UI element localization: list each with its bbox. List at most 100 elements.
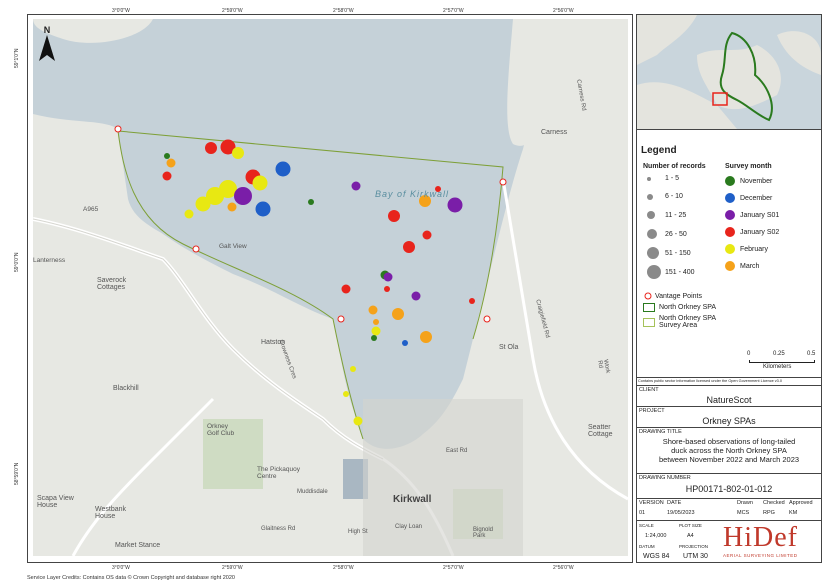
month-label: March xyxy=(740,262,760,270)
observation-point xyxy=(195,196,211,212)
project-row: PROJECT Orkney SPAs xyxy=(637,406,821,427)
bottom-tick-label: 2°57'0"W xyxy=(443,565,464,571)
left-tick-label: 58°59'0"N xyxy=(14,462,20,485)
observation-point xyxy=(205,142,217,154)
month-label: November xyxy=(740,177,773,185)
project-value: Orkney SPAs xyxy=(702,416,756,426)
bottom-tick-label: 2°59'0"W xyxy=(222,565,243,571)
side-panel: Legend Number of records Survey month 1 … xyxy=(636,14,822,563)
size-dot-icon xyxy=(647,265,661,279)
drawing-number-row: DRAWING NUMBER HP00171-802-01-012 xyxy=(637,473,821,498)
records-range-label: 151 - 400 xyxy=(665,268,695,276)
map-canvas[interactable]: N Bay of Kirkwall Kirkwall Saverock Cott… xyxy=(33,19,628,556)
scale-label: SCALE xyxy=(639,523,654,528)
records-legend-item: 1 - 5 xyxy=(647,175,679,182)
north-label: N xyxy=(43,25,51,35)
records-range-label: 6 - 10 xyxy=(665,193,683,200)
licence-row: Contains public sector information licen… xyxy=(637,377,821,385)
observation-point xyxy=(184,209,194,219)
legend-spa: North Orkney SPA xyxy=(643,303,716,312)
observation-point xyxy=(388,210,400,222)
records-legend-item: 6 - 10 xyxy=(647,193,683,200)
month-label: January S01 xyxy=(740,211,780,219)
kirkwall-town xyxy=(363,399,523,556)
logo-text: HiDef xyxy=(723,522,798,553)
observation-point xyxy=(420,331,432,343)
client-row: CLIENT NatureScot xyxy=(637,385,821,406)
records-legend-item: 51 - 150 xyxy=(647,247,691,259)
scale-datum-row: SCALE 1:24,000 PLOT SIZE A4 DATUM WGS 84… xyxy=(637,520,821,564)
month-heading: Survey month xyxy=(725,163,772,170)
legend-survey-area: North Orkney SPA Survey Area xyxy=(643,315,716,329)
lanterness-label: Lanterness xyxy=(33,257,66,264)
checked-value: RPG xyxy=(763,510,775,516)
legend-title: Legend xyxy=(641,145,677,156)
drawing-title-value: Shore-based observations of long-tailed … xyxy=(658,437,800,464)
records-range-label: 11 - 25 xyxy=(665,211,687,219)
observation-point xyxy=(447,197,463,213)
pickaquoy-label: The Pickaquoy Centre xyxy=(257,466,300,480)
checked-label: Checked xyxy=(763,500,785,506)
observation-point xyxy=(308,199,314,205)
drawing-number-label: DRAWING NUMBER xyxy=(639,475,691,481)
records-range-label: 26 - 50 xyxy=(665,230,687,238)
overview-inset-map xyxy=(637,15,821,130)
scale-tick-2: 0.5 xyxy=(807,351,816,357)
claylown-label: Clay Loan xyxy=(395,524,423,530)
bay-label: Bay of Kirkwall xyxy=(375,189,450,199)
left-tick-label: 59°0'0"N xyxy=(14,252,20,272)
projection-label: PROJECTION xyxy=(679,544,709,549)
scale-line xyxy=(749,360,815,363)
observation-point xyxy=(373,319,379,325)
logo-subtext: AERIAL SURVEYING LIMITED xyxy=(723,553,798,558)
observation-point xyxy=(351,181,361,191)
datum-value: WGS 84 xyxy=(643,553,670,560)
month-color-icon xyxy=(725,244,735,254)
bottom-tick-label: 2°56'0"W xyxy=(553,565,574,571)
vantage-point-icon xyxy=(644,292,652,300)
month-legend-item: January S01 xyxy=(725,210,779,220)
records-range-label: 51 - 150 xyxy=(665,249,691,257)
client-label: CLIENT xyxy=(639,387,659,393)
month-color-icon xyxy=(725,261,735,271)
observation-point xyxy=(162,171,172,181)
projection-value: UTM 30 xyxy=(683,553,708,560)
observation-point xyxy=(275,161,291,177)
version-row: VERSION 01 DATE 19/05/2023 Drawn MCS Che… xyxy=(637,498,821,520)
scale-tick-0: 0 xyxy=(747,351,751,357)
month-legend-item: February xyxy=(725,244,768,254)
observation-point xyxy=(411,291,421,301)
client-value: NatureScot xyxy=(706,395,752,405)
drawing-title-label: DRAWING TITLE xyxy=(639,429,682,435)
eastrd-label: East Rd xyxy=(446,448,468,454)
observation-point xyxy=(234,187,252,205)
month-color-icon xyxy=(725,176,735,186)
approved-value: KM xyxy=(789,510,798,516)
month-color-icon xyxy=(725,210,735,220)
month-color-icon xyxy=(725,227,735,237)
plot-label: PLOT SIZE xyxy=(679,523,702,528)
north-arrow: N xyxy=(37,25,57,65)
month-legend-item: November xyxy=(725,176,772,186)
datum-label: DATUM xyxy=(639,544,655,549)
a965-label: A965 xyxy=(83,206,99,213)
survey-area-label: North Orkney SPA Survey Area xyxy=(659,315,717,329)
observation-point xyxy=(384,286,390,292)
observation-point xyxy=(383,272,393,282)
galtview-label: Galt View xyxy=(219,243,247,250)
stola-label: St Ola xyxy=(499,344,519,351)
records-legend-item: 26 - 50 xyxy=(647,229,687,239)
service-credit: Service Layer Credits: Contains OS data … xyxy=(27,575,235,581)
records-range-label: 1 - 5 xyxy=(665,175,680,182)
records-heading: Number of records xyxy=(643,163,706,170)
spa-swatch-icon xyxy=(643,303,655,312)
size-dot-icon xyxy=(647,193,653,200)
size-dot-icon xyxy=(647,211,655,219)
muddisdale-label: Muddisdale xyxy=(297,489,328,495)
top-tick-label: 2°56'0"W xyxy=(553,8,574,14)
scale-value: 1:24,000 xyxy=(645,533,667,539)
drawn-label: Drawn xyxy=(737,500,753,506)
size-dot-icon xyxy=(647,247,659,259)
bottom-tick-label: 3°0'0"W xyxy=(112,565,130,571)
top-tick-label: 3°0'0"W xyxy=(112,8,130,14)
